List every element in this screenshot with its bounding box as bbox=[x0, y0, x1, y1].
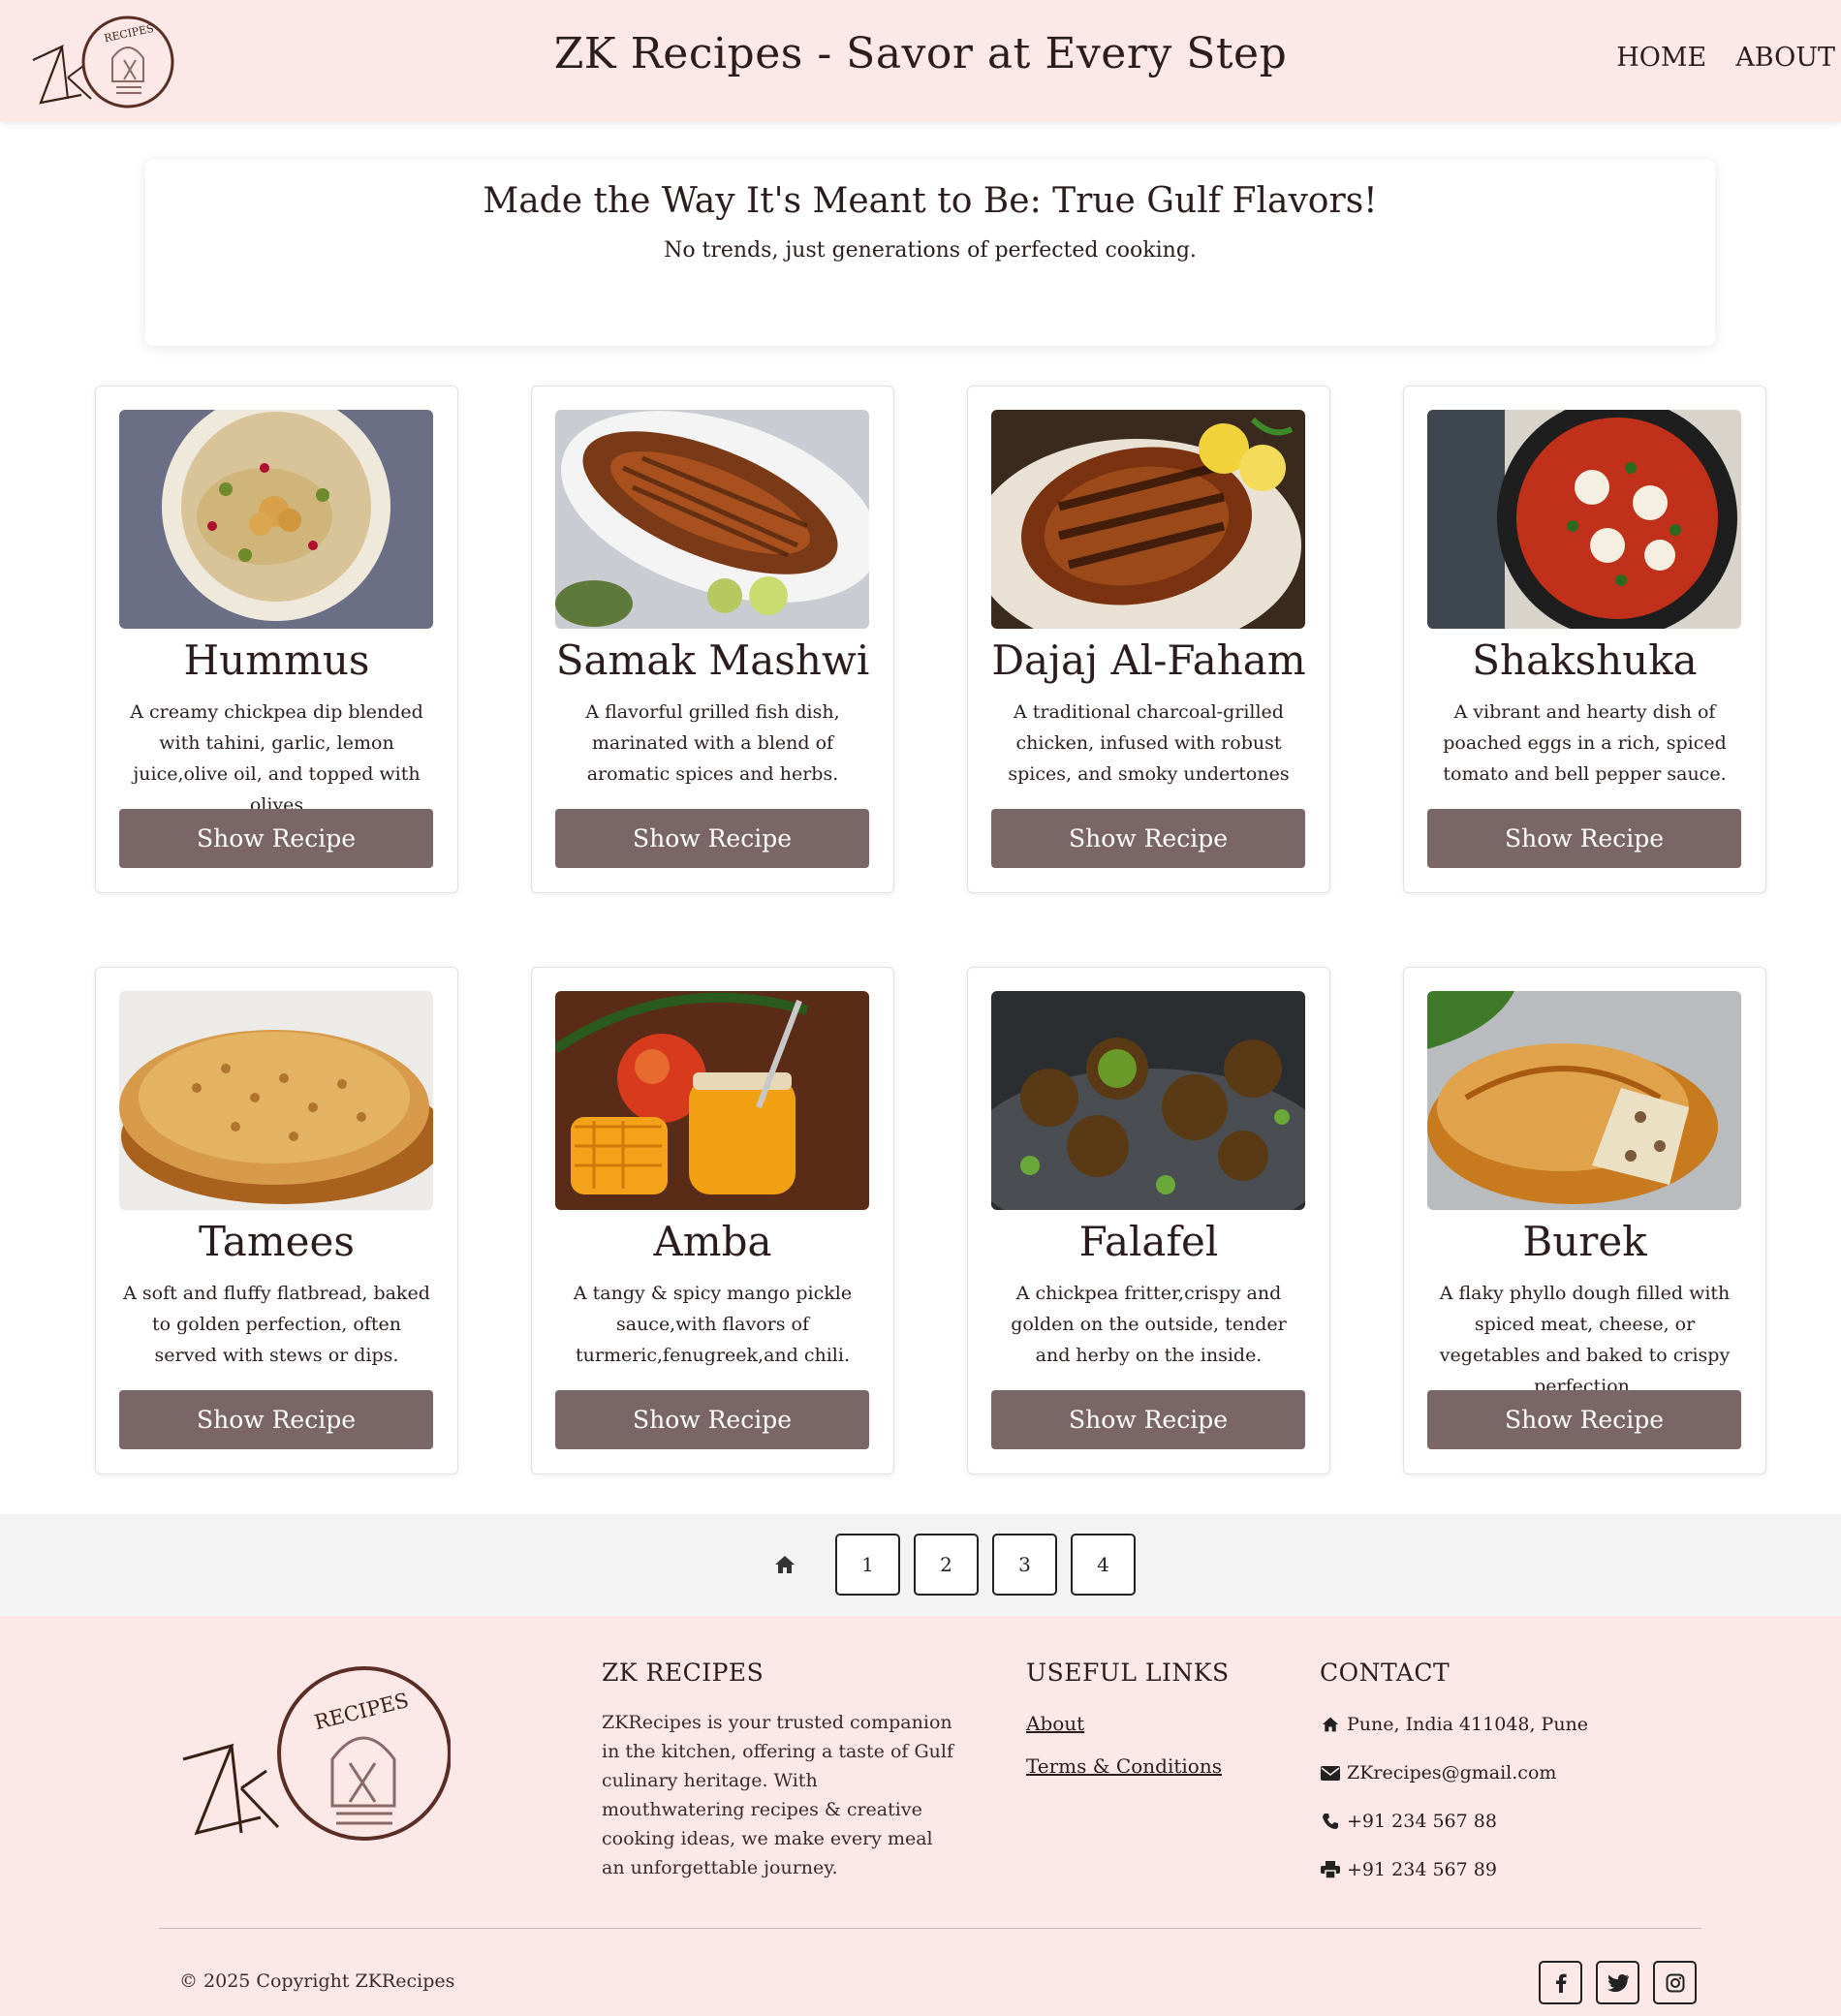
recipe-card-dajaj-al-faham: Dajaj Al-Faham A traditional charcoal-gr… bbox=[967, 386, 1330, 893]
site-title: ZK Recipes - Savor at Every Step bbox=[553, 29, 1288, 78]
contact-phone: +91 234 567 88 bbox=[1320, 1807, 1588, 1836]
footer-links: USEFUL LINKS About Terms & Conditions bbox=[1026, 1659, 1230, 1778]
footer-about-text: ZKRecipes is your trusted companion in t… bbox=[602, 1712, 953, 1878]
nav-about-link[interactable]: ABOUT bbox=[1735, 43, 1835, 73]
site-header: RECIPES ZK Recipes - Savor at Every Step… bbox=[0, 0, 1841, 122]
contact-address: Pune, India 411048, Pune bbox=[1320, 1710, 1588, 1739]
contact-email-text[interactable]: ZKrecipes@gmail.com bbox=[1347, 1762, 1556, 1783]
footer-link-terms[interactable]: Terms & Conditions bbox=[1026, 1754, 1230, 1778]
page-button-1[interactable]: 1 bbox=[835, 1534, 900, 1596]
recipe-card-shakshuka: Shakshuka A vibrant and hearty dish of p… bbox=[1403, 386, 1766, 893]
recipe-card-hummus: Hummus A creamy chickpea dip blended wit… bbox=[95, 386, 458, 893]
footer-contact: CONTACT Pune, India 411048, Pune ZKrecip… bbox=[1320, 1659, 1588, 1884]
phone-icon bbox=[1320, 1811, 1341, 1832]
page-button-3[interactable]: 3 bbox=[992, 1534, 1057, 1596]
facebook-icon[interactable] bbox=[1539, 1961, 1582, 2004]
hummus-photo bbox=[119, 410, 433, 629]
recipe-description: A vibrant and hearty dish of poached egg… bbox=[1443, 701, 1727, 785]
show-recipe-button[interactable]: Show Recipe bbox=[1427, 1390, 1741, 1449]
recipe-card-tamees: Tamees A soft and fluffy flatbread, bake… bbox=[95, 967, 458, 1474]
recipe-description: A chickpea fritter,crispy and golden on … bbox=[1011, 1283, 1287, 1366]
show-recipe-button[interactable]: Show Recipe bbox=[119, 1390, 433, 1449]
show-recipe-button[interactable]: Show Recipe bbox=[119, 809, 433, 868]
banner-subheading: No trends, just generations of perfected… bbox=[664, 238, 1197, 263]
footer-divider bbox=[159, 1928, 1701, 1929]
recipe-title: Samak Mashwi bbox=[555, 636, 870, 684]
footer-logo: RECIPES bbox=[177, 1662, 452, 1846]
show-recipe-button[interactable]: Show Recipe bbox=[991, 809, 1305, 868]
recipe-card-samak-mashwi: Samak Mashwi A flavorful grilled fish di… bbox=[531, 386, 894, 893]
footer-links-heading: USEFUL LINKS bbox=[1026, 1659, 1230, 1687]
mango-pickle-photo bbox=[555, 991, 869, 1210]
twitter-icon[interactable] bbox=[1596, 1961, 1639, 2004]
grilled-fish-photo bbox=[555, 410, 869, 629]
recipe-title: Dajaj Al-Faham bbox=[991, 636, 1306, 684]
nav-home-link[interactable]: HOME bbox=[1616, 43, 1706, 73]
show-recipe-button[interactable]: Show Recipe bbox=[1427, 809, 1741, 868]
pagination: 1 2 3 4 bbox=[756, 1534, 1136, 1596]
shakshuka-photo bbox=[1427, 410, 1741, 629]
show-recipe-button[interactable]: Show Recipe bbox=[555, 1390, 869, 1449]
recipe-description: A flaky phyllo dough filled with spiced … bbox=[1439, 1283, 1731, 1397]
footer-link-about[interactable]: About bbox=[1026, 1712, 1230, 1735]
recipe-description: A soft and fluffy flatbread, baked to go… bbox=[123, 1283, 430, 1366]
recipe-title: Shakshuka bbox=[1472, 636, 1698, 684]
print-icon bbox=[1320, 1859, 1341, 1880]
instagram-icon[interactable] bbox=[1653, 1961, 1697, 2004]
grilled-chicken-photo bbox=[991, 410, 1305, 629]
site-footer: RECIPES ZK RECIPES ZKRecipes is your tru… bbox=[0, 1616, 1841, 2016]
recipe-title: Amba bbox=[653, 1218, 772, 1265]
home-icon bbox=[1320, 1714, 1341, 1735]
contact-fax: +91 234 567 89 bbox=[1320, 1855, 1588, 1884]
falafel-photo bbox=[991, 991, 1305, 1210]
social-links bbox=[1539, 1961, 1697, 2004]
burek-photo bbox=[1427, 991, 1741, 1210]
contact-fax-text: +91 234 567 89 bbox=[1347, 1859, 1497, 1880]
contact-address-text: Pune, India 411048, Pune bbox=[1347, 1714, 1589, 1735]
show-recipe-button[interactable]: Show Recipe bbox=[555, 809, 869, 868]
recipe-title: Burek bbox=[1522, 1218, 1647, 1265]
show-recipe-button[interactable]: Show Recipe bbox=[991, 1390, 1305, 1449]
home-icon[interactable] bbox=[756, 1535, 814, 1595]
recipe-card-burek: Burek A flaky phyllo dough filled with s… bbox=[1403, 967, 1766, 1474]
page-button-4[interactable]: 4 bbox=[1071, 1534, 1136, 1596]
flatbread-photo bbox=[119, 991, 433, 1210]
contact-phone-text: +91 234 567 88 bbox=[1347, 1811, 1497, 1832]
svg-text:RECIPES: RECIPES bbox=[312, 1689, 411, 1734]
recipe-title: Tamees bbox=[199, 1218, 355, 1265]
copyright-text: © 2025 Copyright ZKRecipes bbox=[179, 1970, 455, 1992]
envelope-icon bbox=[1320, 1762, 1341, 1783]
footer-contact-heading: CONTACT bbox=[1320, 1659, 1451, 1687]
footer-about: ZK RECIPES ZKRecipes is your trusted com… bbox=[602, 1659, 960, 1882]
pagination-bar: 1 2 3 4 bbox=[0, 1514, 1841, 1616]
banner-heading: Made the Way It's Meant to Be: True Gulf… bbox=[483, 181, 1378, 221]
main-nav: HOME ABOUT bbox=[1616, 43, 1835, 73]
recipe-description: A tangy & spicy mango pickle sauce,with … bbox=[573, 1283, 853, 1366]
recipe-description: A creamy chickpea dip blended with tahin… bbox=[130, 701, 423, 816]
recipe-description: A flavorful grilled fish dish, marinated… bbox=[585, 701, 840, 785]
contact-email: ZKrecipes@gmail.com bbox=[1320, 1758, 1588, 1787]
recipe-card-falafel: Falafel A chickpea fritter,crispy and go… bbox=[967, 967, 1330, 1474]
recipe-title: Hummus bbox=[183, 636, 370, 684]
footer-about-heading: ZK RECIPES bbox=[602, 1659, 764, 1687]
hero-banner: Made the Way It's Meant to Be: True Gulf… bbox=[145, 160, 1715, 346]
recipe-description: A traditional charcoal-grilled chicken, … bbox=[1008, 701, 1290, 785]
recipe-card-amba: Amba A tangy & spicy mango pickle sauce,… bbox=[531, 967, 894, 1474]
page-button-2[interactable]: 2 bbox=[914, 1534, 979, 1596]
recipe-title: Falafel bbox=[1078, 1218, 1219, 1265]
